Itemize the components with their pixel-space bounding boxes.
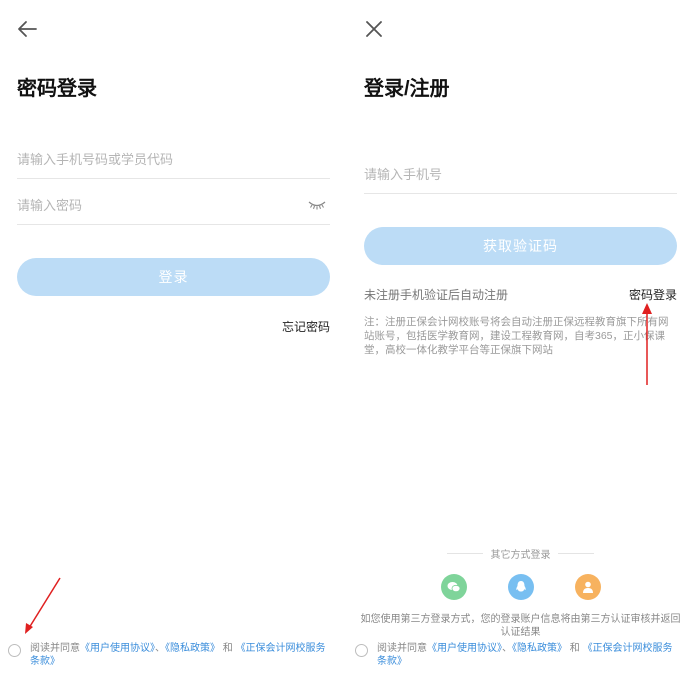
privacy-policy-link[interactable]: 《隐私政策》	[512, 643, 567, 654]
agreement-sep: 、	[155, 643, 165, 654]
privacy-policy-link[interactable]: 《隐私政策》	[165, 643, 220, 654]
agreement-prefix: 阅读并同意	[30, 643, 80, 654]
password-login-screen: 密码登录 登录 忘记密码 阅读并同意《用户使用协议》、《隐私政策》 和 《正保会…	[0, 0, 347, 700]
login-button[interactable]: 登录	[17, 258, 330, 296]
qq-icon	[516, 581, 526, 592]
agreement-text: 阅读并同意《用户使用协议》、《隐私政策》 和 《正保会计网校服务条款》	[30, 642, 333, 668]
wechat-icon	[447, 582, 461, 593]
agreement-radio[interactable]	[8, 644, 21, 657]
agreement-text: 阅读并同意《用户使用协议》、《隐私政策》 和 《正保会计网校服务条款》	[377, 642, 680, 668]
third-party-note: 如您使用第三方登录方式，您的登录账户信息将由第三方认证审核并返回认证结果	[360, 614, 681, 638]
auto-register-hint: 未注册手机验证后自动注册	[364, 288, 509, 302]
agreement-radio[interactable]	[355, 644, 368, 657]
agreement-sep: 、	[502, 643, 512, 654]
forgot-password-link[interactable]: 忘记密码	[282, 318, 330, 335]
agreement-row: 阅读并同意《用户使用协议》、《隐私政策》 和 《正保会计网校服务条款》	[355, 642, 680, 668]
user-agreement-link[interactable]: 《用户使用协议》	[80, 643, 155, 654]
agreement-prefix: 阅读并同意	[377, 643, 427, 654]
register-note: 注：注册正保会计网校账号将会自动注册正保远程教育旗下所有网站账号，包括医学教育网…	[364, 316, 669, 356]
close-icon[interactable]	[363, 18, 385, 40]
user-agreement-link[interactable]: 《用户使用协议》	[427, 643, 502, 654]
phone-field[interactable]	[364, 157, 677, 194]
agreement-row: 阅读并同意《用户使用协议》、《隐私政策》 和 《正保会计网校服务条款》	[8, 642, 333, 668]
divider-line	[558, 553, 594, 554]
page-title: 登录/注册	[364, 78, 450, 100]
eye-closed-icon[interactable]	[308, 199, 326, 211]
password-field[interactable]	[17, 188, 330, 225]
arrow-left-icon[interactable]	[16, 18, 38, 40]
user-icon	[583, 581, 593, 593]
qq-login-button[interactable]	[508, 574, 534, 600]
sms-login-screen: 登录/注册 获取验证码 未注册手机验证后自动注册 密码登录 注：注册正保会计网校…	[347, 0, 694, 700]
annotation-arrow	[642, 303, 652, 385]
page-title: 密码登录	[17, 78, 97, 100]
agreement-and: 和	[569, 643, 580, 654]
wechat-login-button[interactable]	[441, 574, 467, 600]
account-input[interactable]	[17, 142, 330, 176]
account-field[interactable]	[17, 142, 330, 179]
get-code-button[interactable]: 获取验证码	[364, 227, 677, 265]
other-methods-divider: 其它方式登录	[447, 546, 594, 561]
annotation-arrow	[25, 577, 61, 634]
password-input[interactable]	[17, 188, 330, 222]
account-login-button[interactable]	[575, 574, 601, 600]
phone-input[interactable]	[364, 157, 677, 191]
agreement-and: 和	[222, 643, 233, 654]
